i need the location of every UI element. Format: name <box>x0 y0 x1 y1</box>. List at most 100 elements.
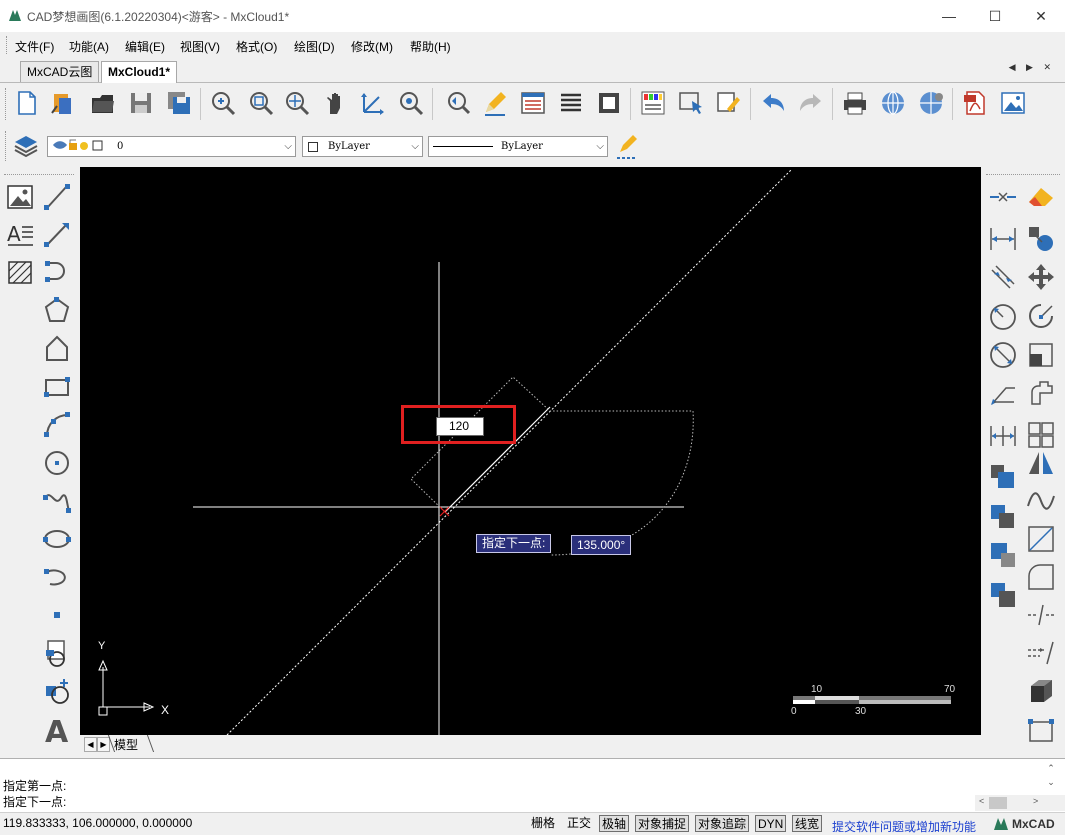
dimension-aligned-icon[interactable] <box>986 260 1020 294</box>
match-properties-icon[interactable] <box>714 88 744 118</box>
scale-icon[interactable] <box>1024 338 1058 372</box>
line-icon[interactable] <box>40 180 74 214</box>
ucs-icon[interactable] <box>358 88 388 118</box>
ellipse-icon[interactable] <box>40 522 74 556</box>
toggle-lineweight[interactable]: 线宽 <box>792 815 823 832</box>
break-icon[interactable] <box>1024 598 1058 632</box>
erase-icon[interactable] <box>1024 180 1058 214</box>
dimension-input[interactable]: 120 <box>436 417 484 436</box>
scroll-left-arrow[interactable]: < <box>979 796 984 806</box>
redo-icon[interactable] <box>796 88 826 118</box>
drawing-canvas[interactable]: 120 指定下一点: 135.000° Y X 10 70 0 30 <box>80 167 981 735</box>
zoom-extents-icon[interactable] <box>246 88 276 118</box>
dimension-linear-icon[interactable] <box>986 222 1020 256</box>
minimize-button[interactable]: — <box>926 0 972 32</box>
ellipse-arc-icon[interactable] <box>40 560 74 594</box>
menu-edit[interactable]: 编辑(E) <box>125 38 165 55</box>
linetype-select[interactable]: ByLayer ⌵ <box>428 136 608 157</box>
scroll-thumb[interactable] <box>989 797 1007 809</box>
rotate-icon[interactable] <box>1024 300 1058 334</box>
menu-file[interactable]: 文件(F) <box>15 38 54 55</box>
leader-icon[interactable] <box>986 376 1020 410</box>
command-window[interactable]: 指定第一点: 指定下一点: ⌃ ⌄ < > <box>0 758 1065 813</box>
menu-modify[interactable]: 修改(M) <box>351 38 393 55</box>
3d-box-icon[interactable] <box>1024 674 1058 708</box>
tab-scroll-right[interactable]: ▶ <box>97 737 110 752</box>
open-file-icon[interactable] <box>48 88 78 118</box>
menu-view[interactable]: 视图(V) <box>180 38 220 55</box>
block-create-icon[interactable] <box>40 674 74 708</box>
trim-icon[interactable] <box>1024 522 1058 556</box>
tab-model[interactable]: 模型 <box>114 736 138 753</box>
new-file-icon[interactable] <box>12 88 42 118</box>
rectangle-icon[interactable] <box>40 370 74 404</box>
pentagon-icon[interactable] <box>40 332 74 366</box>
undo-view-icon[interactable] <box>442 88 472 118</box>
scroll-right-arrow[interactable]: > <box>1033 796 1038 806</box>
undo-icon[interactable] <box>758 88 788 118</box>
toggle-polar[interactable]: 极轴 <box>599 815 630 832</box>
close-button[interactable]: ✕ <box>1018 0 1064 32</box>
angle-tooltip[interactable]: 135.000° <box>571 535 632 555</box>
tab-mxcloud1[interactable]: MxCloud1* <box>101 61 178 83</box>
circle-icon[interactable] <box>40 446 74 480</box>
text-icon[interactable]: A <box>3 217 37 251</box>
arc-icon[interactable] <box>40 255 74 289</box>
command-scroll-arrows[interactable]: ⌃ ⌄ <box>1044 761 1058 791</box>
save-icon[interactable] <box>126 88 156 118</box>
menu-help[interactable]: 帮助(H) <box>410 38 451 55</box>
feedback-link[interactable]: 提交软件问题或增加新功能 <box>832 818 976 835</box>
pdf-icon[interactable] <box>960 88 990 118</box>
tab-mxcad-cloud[interactable]: MxCAD云图 <box>20 61 100 82</box>
mtext-icon[interactable]: A <box>40 712 74 746</box>
join-icon[interactable] <box>986 180 1020 214</box>
menu-draw[interactable]: 绘图(D) <box>294 38 335 55</box>
toggle-dyn[interactable]: DYN <box>755 815 787 832</box>
dimension-diameter-icon[interactable] <box>986 338 1020 372</box>
block-insert-icon[interactable] <box>40 636 74 670</box>
layer-above-icon[interactable] <box>986 538 1020 572</box>
menu-format[interactable]: 格式(O) <box>236 38 277 55</box>
list-icon[interactable] <box>556 88 586 118</box>
properties-icon[interactable] <box>518 88 548 118</box>
print-icon[interactable] <box>840 88 870 118</box>
maximize-button[interactable]: ☐ <box>972 0 1018 32</box>
dimension-continue-icon[interactable] <box>986 418 1020 452</box>
copy-icon[interactable] <box>1024 222 1058 256</box>
pencil-icon[interactable] <box>480 88 510 118</box>
fillet-icon[interactable] <box>1024 560 1058 594</box>
toggle-grid[interactable]: 栅格 <box>529 815 557 832</box>
extend-icon[interactable] <box>1024 636 1058 670</box>
arc-3pt-icon[interactable] <box>40 408 74 442</box>
globe-settings-icon[interactable] <box>916 88 946 118</box>
layer-front-icon[interactable] <box>986 460 1020 494</box>
spline-icon[interactable] <box>40 484 74 518</box>
offset-icon[interactable] <box>1024 376 1058 410</box>
tab-nav-controls[interactable]: ◀ ▶ ✕ <box>1009 62 1055 73</box>
block-icon[interactable] <box>594 88 624 118</box>
horizontal-scrollbar[interactable]: < > <box>975 795 1065 811</box>
point-icon[interactable] <box>40 598 74 632</box>
pan-hand-icon[interactable] <box>320 88 350 118</box>
globe-icon[interactable] <box>878 88 908 118</box>
layers-icon[interactable] <box>11 131 41 161</box>
layer-back-icon[interactable] <box>986 500 1020 534</box>
stretch-icon[interactable] <box>1024 712 1058 746</box>
insert-image-icon[interactable] <box>3 180 37 214</box>
zoom-window-icon[interactable] <box>208 88 238 118</box>
zoom-previous-icon[interactable] <box>396 88 426 118</box>
tab-scroll-left[interactable]: ◀ <box>84 737 97 752</box>
dimension-radius-icon[interactable] <box>986 300 1020 334</box>
color-palette-icon[interactable] <box>638 88 668 118</box>
lineweight-pencil-icon[interactable] <box>612 131 642 161</box>
menu-function[interactable]: 功能(A) <box>69 38 109 55</box>
image-icon[interactable] <box>998 88 1028 118</box>
layer-below-icon[interactable] <box>986 578 1020 612</box>
toggle-osnap[interactable]: 对象捕捉 <box>635 815 690 832</box>
save-all-icon[interactable] <box>164 88 194 118</box>
move-icon[interactable] <box>1024 260 1058 294</box>
color-select[interactable]: ByLayer ⌵ <box>302 136 423 157</box>
folder-icon[interactable] <box>88 88 118 118</box>
toggle-ortho[interactable]: 正交 <box>565 815 593 832</box>
hatch-icon[interactable] <box>3 255 37 289</box>
